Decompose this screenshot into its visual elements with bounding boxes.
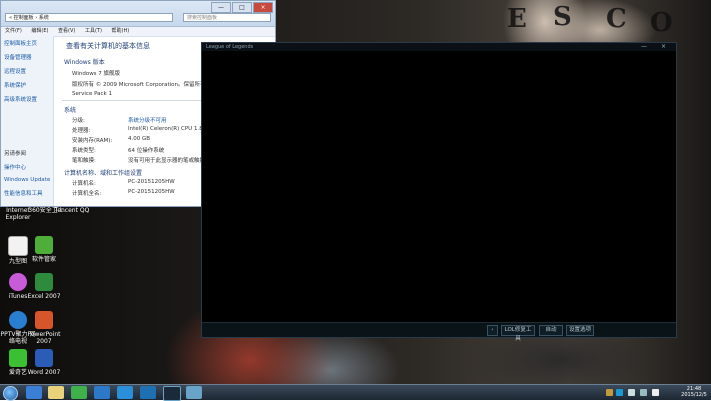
wallpaper-letter: C xyxy=(606,4,627,34)
window-titlebar[interactable]: — □ × « 控制面板 › 系统 搜索控制面板 xyxy=(1,1,275,27)
window-title: League of Legends xyxy=(206,44,254,50)
desktop-icon-label: Excel 2007 xyxy=(27,293,61,300)
arrow-button[interactable]: › xyxy=(487,325,498,336)
taskbar-folder-icon[interactable] xyxy=(48,386,64,399)
info-key: 笔和触摸: xyxy=(72,158,96,164)
info-key: 计算机名: xyxy=(72,181,96,187)
sidebar-item-windows-update[interactable]: Windows Update xyxy=(1,174,53,186)
minimize-button[interactable]: — xyxy=(641,43,653,50)
clock-date: 2015/12/5 xyxy=(681,392,707,398)
desktop-icon-label: Tencent QQ xyxy=(54,207,90,214)
desktop-icon-label: PowerPoint 2007 xyxy=(27,331,61,345)
taskbar-clock[interactable]: 21:48 2015/12/5 xyxy=(680,386,708,398)
desktop-icon-software-manager[interactable]: 软件管家 xyxy=(26,236,62,263)
excel-icon xyxy=(35,273,53,291)
tray-icon[interactable] xyxy=(616,389,623,396)
taskbar-app-icon[interactable] xyxy=(140,386,156,399)
sidebar-item-protection[interactable]: 系统保护 xyxy=(1,78,53,92)
game-client-window[interactable]: League of Legends — × › LOL修复工具 自动 设置选项 xyxy=(201,42,677,342)
desktop-icon-qq[interactable]: Tencent QQ xyxy=(54,207,90,214)
info-value: PC-20151205HW xyxy=(128,189,175,195)
menu-file[interactable]: 文件(F) xyxy=(5,28,22,34)
maximize-button[interactable]: □ xyxy=(232,2,252,13)
info-value: 64 位操作系统 xyxy=(128,148,165,154)
desktop-icon-label: Word 2007 xyxy=(27,369,61,376)
desktop-icon-word[interactable]: Word 2007 xyxy=(26,349,62,376)
wallpaper-letter: E xyxy=(507,4,527,34)
powerpoint-icon xyxy=(35,311,53,329)
document-icon xyxy=(8,236,28,256)
itunes-icon xyxy=(9,273,27,291)
pptv-icon xyxy=(9,311,27,329)
menu-edit[interactable]: 编辑(E) xyxy=(31,28,48,34)
close-button[interactable]: × xyxy=(661,43,672,50)
menu-view[interactable]: 查看(V) xyxy=(58,28,75,34)
window-controls: — × xyxy=(641,43,672,51)
menu-help[interactable]: 帮助(H) xyxy=(112,28,130,34)
rating-link[interactable]: 系统分级不可用 xyxy=(128,116,167,124)
desktop-icon-label: 软件管家 xyxy=(31,256,56,263)
start-button[interactable] xyxy=(3,386,18,401)
taskbar-ie-icon[interactable] xyxy=(26,386,42,399)
desktop-icon-excel[interactable]: Excel 2007 xyxy=(26,273,62,300)
sidebar-item-performance[interactable]: 性能信息和工具 xyxy=(1,186,53,200)
sidebar-see-also: 另请参阅 xyxy=(4,151,27,157)
sidebar-item-device-manager[interactable]: 设备管理器 xyxy=(1,50,53,64)
info-key: 安装内存(RAM): xyxy=(72,138,113,144)
tray-volume-icon[interactable] xyxy=(640,389,647,396)
settings-button[interactable]: 设置选项 xyxy=(566,325,594,336)
menu-tools[interactable]: 工具(T) xyxy=(85,28,102,34)
info-key: 分级: xyxy=(72,118,85,124)
sidebar-item-home[interactable]: 控制面板主页 xyxy=(1,36,53,50)
repair-tool-button[interactable]: LOL修复工具 xyxy=(501,325,535,342)
sidebar-item-advanced[interactable]: 高级系统设置 xyxy=(1,92,53,106)
taskbar: 21:48 2015/12/5 xyxy=(0,384,711,401)
auto-button[interactable]: 自动 xyxy=(539,325,563,336)
sidebar-item-remote[interactable]: 远程设置 xyxy=(1,64,53,78)
iqiyi-icon xyxy=(9,349,27,367)
tray-flag-icon[interactable] xyxy=(652,389,659,396)
taskbar-system-icon[interactable] xyxy=(186,386,202,399)
bottom-toolbar: › LOL修复工具 自动 设置选项 xyxy=(202,322,676,342)
wallpaper-letter: S xyxy=(553,2,572,32)
sidebar-item-action-center[interactable]: 操作中心 xyxy=(1,160,53,174)
info-value: 4.00 GB xyxy=(128,136,151,142)
sidebar: 控制面板主页 设备管理器 远程设置 系统保护 高级系统设置 另请参阅 操作中心 … xyxy=(1,36,54,206)
window-titlebar[interactable]: League of Legends — × xyxy=(202,43,676,51)
word-icon xyxy=(35,349,53,367)
minimize-button[interactable]: — xyxy=(211,2,231,13)
close-button[interactable]: × xyxy=(253,2,273,13)
app-grid-icon xyxy=(35,236,53,254)
info-key: 计算机全名: xyxy=(72,191,102,197)
desktop-icon-powerpoint[interactable]: PowerPoint 2007 xyxy=(26,311,62,345)
wallpaper-letter: O xyxy=(650,8,673,38)
info-key: 系统类型: xyxy=(72,148,96,154)
taskbar-lol-icon[interactable] xyxy=(163,386,181,401)
taskbar-app-icon[interactable] xyxy=(117,386,133,399)
taskbar-browser-icon[interactable] xyxy=(71,386,87,399)
tray-network-icon[interactable] xyxy=(628,389,635,396)
address-bar[interactable]: « 控制面板 › 系统 xyxy=(5,13,173,22)
info-key: 处理器: xyxy=(72,128,91,134)
taskbar-app-icon[interactable] xyxy=(94,386,110,399)
info-value: PC-20151205HW xyxy=(128,179,175,185)
search-input[interactable]: 搜索控制面板 xyxy=(183,13,271,22)
tray-icon[interactable] xyxy=(606,389,613,396)
window-controls: — □ × xyxy=(211,2,273,13)
